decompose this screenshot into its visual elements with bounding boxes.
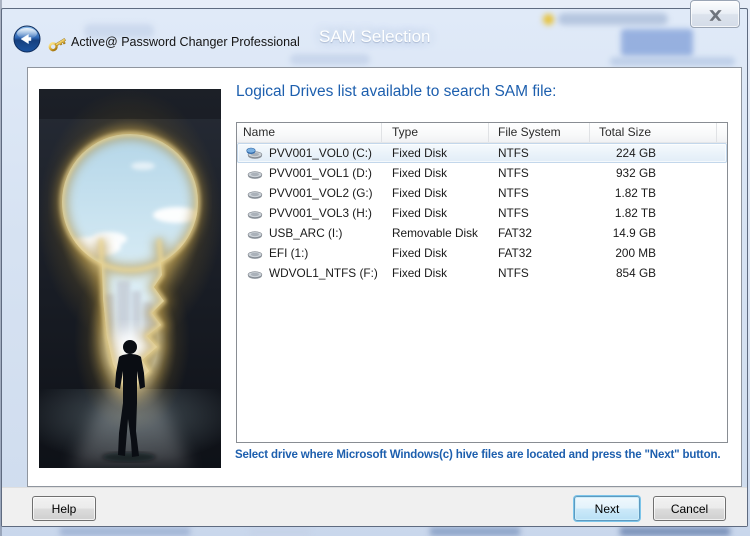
background-blob: [60, 527, 190, 536]
drive-type: Removable Disk: [382, 226, 489, 240]
close-button[interactable]: [690, 0, 740, 28]
drive-type: Fixed Disk: [382, 266, 489, 280]
drive-row[interactable]: USB_ARC (I:) Removable Disk FAT32 14.9 G…: [237, 223, 727, 243]
drive-total-size: 854 GB: [590, 266, 717, 280]
column-header-type[interactable]: Type: [382, 123, 489, 142]
glass-blur-blob: [290, 54, 370, 65]
column-header-total-size[interactable]: Total Size: [590, 123, 717, 142]
drive-total-size: 932 GB: [590, 166, 717, 180]
password-changer-dialog: Active@ Password Changer Professional SA…: [1, 8, 748, 527]
drive-row[interactable]: PVV001_VOL0 (C:) Fixed Disk NTFS 224 GB: [237, 143, 727, 163]
back-button[interactable]: [13, 25, 41, 53]
drive-total-size: 1.82 TB: [590, 206, 717, 220]
drive-file-system: NTFS: [489, 146, 590, 160]
drive-file-system: NTFS: [489, 166, 590, 180]
drive-total-size: 200 MB: [590, 246, 717, 260]
background-blob: [430, 527, 520, 536]
column-header-spacer: [717, 123, 727, 142]
drive-name: EFI (1:): [269, 246, 308, 260]
help-button[interactable]: Help: [32, 496, 96, 521]
drive-row[interactable]: PVV001_VOL1 (D:) Fixed Disk NTFS 932 GB: [237, 163, 727, 183]
drive-list-header: Name Type File System Total Size: [237, 123, 727, 143]
drive-name: PVV001_VOL3 (H:): [269, 206, 372, 220]
drive-row[interactable]: PVV001_VOL3 (H:) Fixed Disk NTFS 1.82 TB: [237, 203, 727, 223]
drive-file-system: FAT32: [489, 246, 590, 260]
drive-type: Fixed Disk: [382, 146, 489, 160]
drive-total-size: 224 GB: [590, 146, 717, 160]
cancel-button[interactable]: Cancel: [653, 496, 726, 521]
hint-text: Select drive where Microsoft Windows(c) …: [235, 449, 733, 461]
drives-heading: Logical Drives list available to search …: [236, 83, 556, 101]
close-icon: [709, 10, 722, 21]
dialog-footer: Help Next Cancel: [2, 487, 747, 526]
dialog-header: Active@ Password Changer Professional SA…: [2, 9, 747, 67]
drive-row[interactable]: WDVOL1_NTFS (F:) Fixed Disk NTFS 854 GB: [237, 263, 727, 283]
drive-type: Fixed Disk: [382, 166, 489, 180]
next-button[interactable]: Next: [574, 496, 640, 521]
drive-name: USB_ARC (I:): [269, 226, 342, 240]
content-panel: Logical Drives list available to search …: [27, 67, 742, 487]
disk-icon: [246, 167, 263, 180]
disk-icon: [246, 267, 263, 280]
drive-list: Name Type File System Total Size PVV001_…: [236, 122, 728, 443]
column-header-file-system[interactable]: File System: [489, 123, 590, 142]
glass-blur-blob: [610, 57, 735, 66]
disk-icon: [246, 247, 263, 260]
drive-total-size: 14.9 GB: [590, 226, 717, 240]
glass-blur-blob: [543, 14, 554, 25]
drive-total-size: 1.82 TB: [590, 186, 717, 200]
drive-row[interactable]: PVV001_VOL2 (G:) Fixed Disk NTFS 1.82 TB: [237, 183, 727, 203]
drive-type: Fixed Disk: [382, 246, 489, 260]
drive-file-system: NTFS: [489, 186, 590, 200]
drive-list-body: PVV001_VOL0 (C:) Fixed Disk NTFS 224 GB …: [237, 143, 727, 283]
drive-file-system: NTFS: [489, 206, 590, 220]
disk-icon: [246, 187, 263, 200]
app-title: Active@ Password Changer Professional: [71, 35, 300, 49]
disk-icon: [246, 147, 263, 160]
drive-name: WDVOL1_NTFS (F:): [269, 266, 378, 280]
disk-icon: [246, 207, 263, 220]
drive-file-system: NTFS: [489, 266, 590, 280]
drive-name: PVV001_VOL2 (G:): [269, 186, 373, 200]
drive-name: PVV001_VOL1 (D:): [269, 166, 372, 180]
system-badge: [247, 148, 256, 154]
drive-row[interactable]: EFI (1:) Fixed Disk FAT32 200 MB: [237, 243, 727, 263]
background-blob: [250, 528, 310, 536]
glass-blur-blob: [621, 29, 693, 56]
glass-blur-blob: [558, 13, 668, 25]
key-icon: [47, 32, 69, 52]
drive-type: Fixed Disk: [382, 186, 489, 200]
wizard-step-title: SAM Selection: [319, 27, 431, 47]
disk-icon: [246, 227, 263, 240]
screen: Active@ Password Changer Professional SA…: [0, 0, 750, 536]
drive-type: Fixed Disk: [382, 206, 489, 220]
background-blob: [620, 527, 730, 536]
drive-name: PVV001_VOL0 (C:): [269, 146, 372, 160]
drive-file-system: FAT32: [489, 226, 590, 240]
column-header-name[interactable]: Name: [237, 123, 382, 142]
keyhole-artwork: [39, 89, 221, 468]
